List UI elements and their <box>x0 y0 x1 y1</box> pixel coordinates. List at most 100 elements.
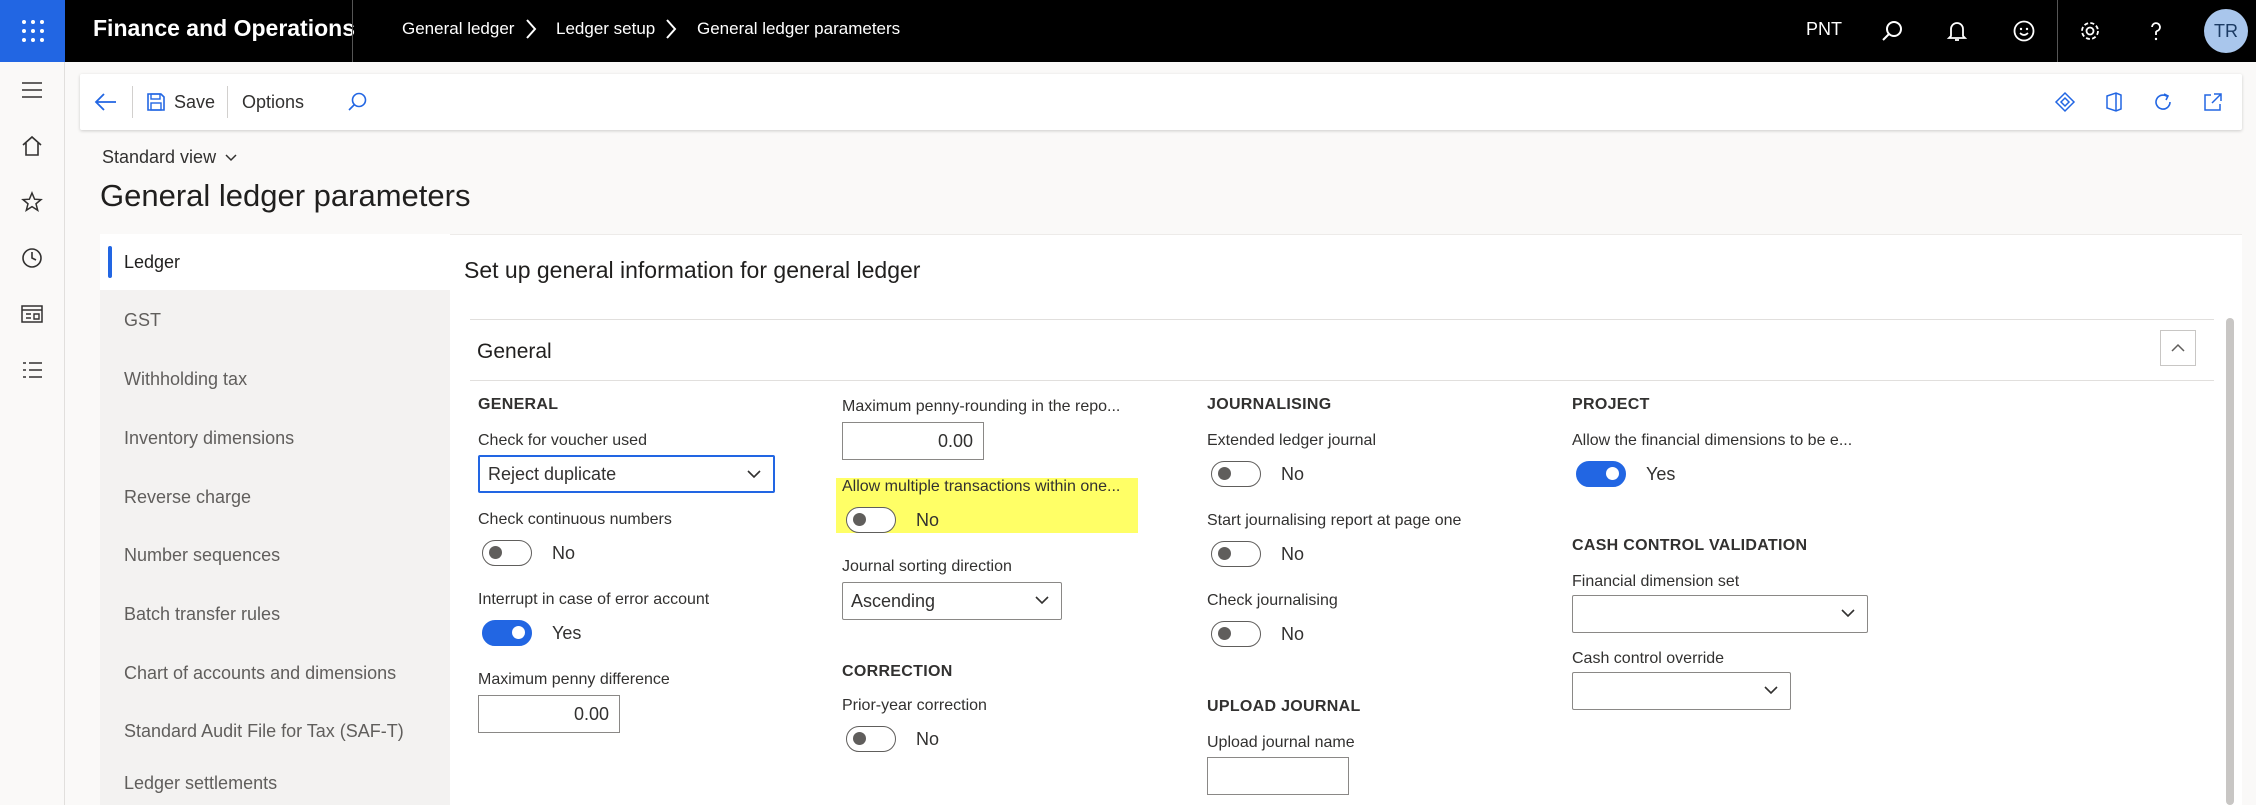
search-icon[interactable] <box>1875 14 1909 48</box>
penny-diff-label: Maximum penny difference <box>478 671 670 688</box>
toggle-switch <box>846 507 896 533</box>
tab-number-sequences[interactable]: Number sequences <box>100 527 450 583</box>
divider <box>352 0 353 62</box>
help-icon[interactable] <box>2139 14 2173 48</box>
voucher-label: Check for voucher used <box>478 432 647 449</box>
toggle-switch <box>1211 621 1261 647</box>
toggle-value: No <box>916 728 940 749</box>
allow-fin-toggle[interactable]: Yes <box>1576 460 1675 488</box>
waffle-icon[interactable] <box>0 0 65 62</box>
sort-dir-label: Journal sorting direction <box>842 558 1012 575</box>
voucher-select[interactable]: Reject duplicate <box>478 455 775 493</box>
options-tab[interactable]: Options <box>242 86 304 118</box>
tab-gst[interactable]: GST <box>100 292 450 348</box>
tab-ledger[interactable]: Ledger <box>100 234 450 290</box>
breadcrumb-ledger-setup[interactable]: Ledger setup <box>556 19 655 39</box>
divider <box>470 380 2214 381</box>
check-journal-label: Check journalising <box>1207 592 1338 609</box>
toggle-value: No <box>1281 543 1305 564</box>
cash-override-select[interactable] <box>1572 672 1791 710</box>
continuous-toggle[interactable]: No <box>482 539 575 567</box>
interrupt-label: Interrupt in case of error account <box>478 591 710 608</box>
tab-withholding-tax[interactable]: Withholding tax <box>100 351 450 407</box>
scrollbar[interactable] <box>2226 318 2234 805</box>
chevron-down-icon <box>1035 596 1049 605</box>
extended-toggle[interactable]: No <box>1211 460 1304 488</box>
hamburger-icon[interactable] <box>16 74 48 106</box>
divider <box>132 86 133 118</box>
search-icon[interactable] <box>346 86 368 118</box>
page-title: General ledger parameters <box>100 178 471 213</box>
toggle-switch <box>1576 461 1626 487</box>
voucher-value: Reject duplicate <box>488 463 617 484</box>
open-new-window-icon[interactable] <box>2202 86 2224 118</box>
app-title[interactable]: Finance and Operations <box>93 15 355 42</box>
action-pane: Save Options <box>80 74 2242 130</box>
chevron-right-icon <box>662 16 680 47</box>
toggle-value: No <box>916 509 940 530</box>
interrupt-toggle[interactable]: Yes <box>482 619 581 647</box>
modules-icon[interactable] <box>16 354 48 386</box>
fin-dim-set-select[interactable] <box>1572 595 1868 633</box>
refresh-icon[interactable] <box>2152 86 2174 118</box>
avatar[interactable]: TR <box>2204 9 2248 53</box>
gear-icon[interactable] <box>2073 14 2107 48</box>
top-bar: Finance and Operations General ledger Le… <box>0 0 2256 62</box>
office-icon[interactable] <box>2103 86 2125 118</box>
toggle-switch <box>482 540 532 566</box>
prior-year-toggle[interactable]: No <box>846 725 939 753</box>
toggle-value: Yes <box>1646 463 1676 484</box>
breadcrumb-gl-parameters[interactable]: General ledger parameters <box>697 19 900 39</box>
chevron-down-icon <box>1764 686 1778 695</box>
view-selector[interactable]: Standard view <box>102 147 238 168</box>
tab-saf-t[interactable]: Standard Audit File for Tax (SAF-T) <box>100 703 450 759</box>
check-journal-toggle[interactable]: No <box>1211 620 1304 648</box>
tab-inventory-dimensions[interactable]: Inventory dimensions <box>100 410 450 466</box>
clock-icon[interactable] <box>16 242 48 274</box>
divider <box>470 319 2214 320</box>
toggle-value: Yes <box>552 622 582 643</box>
start-page-toggle[interactable]: No <box>1211 540 1304 568</box>
continuous-label: Check continuous numbers <box>478 511 672 528</box>
allow-multi-toggle[interactable]: No <box>846 506 939 534</box>
chevron-down-icon <box>1841 609 1855 618</box>
toggle-switch <box>1211 541 1261 567</box>
toggle-switch <box>846 726 896 752</box>
toggle-switch <box>1211 461 1261 487</box>
left-navigation <box>0 62 65 805</box>
collapse-button[interactable] <box>2160 330 2196 366</box>
start-page-label: Start journalising report at page one <box>1207 512 1462 529</box>
back-arrow-icon[interactable] <box>94 86 118 118</box>
star-icon[interactable] <box>16 186 48 218</box>
breadcrumb-general-ledger[interactable]: General ledger <box>402 19 514 39</box>
tab-batch-transfer-rules[interactable]: Batch transfer rules <box>100 586 450 642</box>
tab-reverse-charge[interactable]: Reverse charge <box>100 469 450 525</box>
prior-year-label: Prior-year correction <box>842 697 987 714</box>
workspace-icon[interactable] <box>16 298 48 330</box>
save-button[interactable]: Save <box>146 86 215 118</box>
vertical-tabs: Ledger GST Withholding tax Inventory dim… <box>100 234 450 805</box>
toggle-value: No <box>1281 623 1305 644</box>
fin-dim-set-label: Financial dimension set <box>1572 573 1740 590</box>
toggle-value: No <box>552 542 576 563</box>
company-picker[interactable]: PNT <box>1806 19 1842 40</box>
penny-round-input[interactable]: 0.00 <box>842 422 984 460</box>
bell-icon[interactable] <box>1940 14 1974 48</box>
save-icon <box>147 93 165 111</box>
allow-multi-label: Allow multiple transactions within one..… <box>842 478 1121 495</box>
tab-chart-of-accounts[interactable]: Chart of accounts and dimensions <box>100 645 450 701</box>
content-title: Set up general information for general l… <box>464 257 921 283</box>
diamond-icon[interactable] <box>2054 86 2076 118</box>
group-general: GENERAL <box>478 396 559 413</box>
home-icon[interactable] <box>16 130 48 162</box>
save-label: Save <box>174 91 216 112</box>
group-cash-control: CASH CONTROL VALIDATION <box>1572 537 1808 554</box>
penny-diff-input[interactable]: 0.00 <box>478 695 620 733</box>
extended-label: Extended ledger journal <box>1207 432 1377 449</box>
fasttab-general-header[interactable]: General <box>477 340 552 364</box>
tab-ledger-settlements[interactable]: Ledger settlements <box>100 762 450 805</box>
smiley-icon[interactable] <box>2007 14 2041 48</box>
chevron-down-icon <box>747 470 761 479</box>
upload-name-input[interactable] <box>1207 757 1349 795</box>
sort-dir-select[interactable]: Ascending <box>842 582 1062 620</box>
